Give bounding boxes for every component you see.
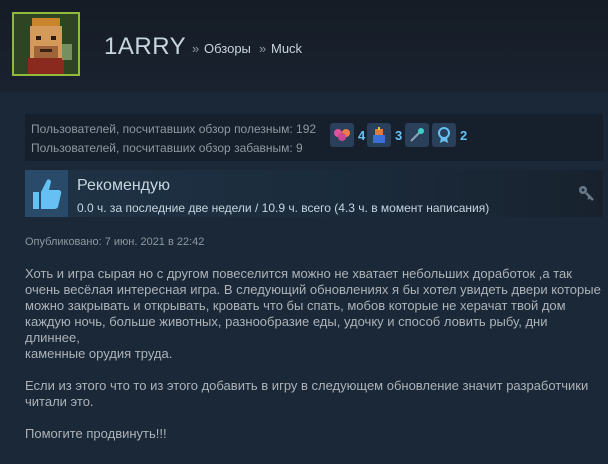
recommendation-title: Рекомендую — [77, 177, 171, 194]
award-balloons[interactable]: 4 — [330, 121, 365, 149]
award-wand[interactable] — [405, 121, 433, 149]
review-stats: Пользователей, посчитавших обзор полезны… — [25, 114, 603, 161]
recommendation-box: Рекомендую 0.0 ч. за последние две недел… — [25, 170, 603, 217]
posted-date: Опубликовано: 7 июн. 2021 в 22:42 — [25, 236, 205, 248]
award-gift[interactable]: 3 — [367, 121, 402, 149]
key-icon — [579, 186, 594, 201]
gift-award-icon — [367, 123, 391, 147]
wand-award-icon — [405, 123, 429, 147]
award-medal[interactable]: 2 — [432, 121, 467, 149]
balloons-award-icon — [330, 123, 354, 147]
breadcrumb-reviews[interactable]: Обзоры — [204, 41, 251, 56]
review-line: читали это. — [25, 394, 94, 409]
profile-header: 1ARRY » Обзоры » Muck — [0, 0, 608, 92]
breadcrumb-game[interactable]: Muck — [271, 41, 302, 56]
medal-award-icon — [432, 123, 456, 147]
review-line: каменные орудия труда. — [25, 346, 173, 361]
review-line: Помогите продвинуть!!! — [25, 426, 167, 441]
username[interactable]: 1ARRY — [104, 33, 186, 61]
playtime-text: 0.0 ч. за последние две недели / 10.9 ч.… — [77, 201, 490, 215]
avatar-image — [14, 14, 78, 74]
review-line: можно закрывать и открывать, кровать что… — [25, 298, 566, 313]
review-line: Хоть и игра сырая но с другом повеселитс… — [25, 266, 572, 281]
breadcrumb-separator: » — [192, 41, 200, 56]
review-line: каждую ночь, больше животных, разнообраз… — [25, 314, 548, 329]
funny-count-text: Пользователей, посчитавших обзор забавны… — [31, 141, 303, 155]
review-line: Если из этого что то из этого добавить в… — [25, 378, 589, 393]
review-text: Хоть и игра сырая но с другом повеселитс… — [25, 266, 607, 442]
breadcrumb-separator: » — [259, 41, 267, 56]
helpful-count-text: Пользователей, посчитавших обзор полезны… — [31, 122, 317, 136]
avatar[interactable] — [12, 12, 80, 76]
review-line: длиннее, — [25, 330, 80, 345]
thumbs-up-icon — [25, 170, 68, 217]
review-line: очень весёлая интересная игра. В следующ… — [25, 282, 601, 297]
